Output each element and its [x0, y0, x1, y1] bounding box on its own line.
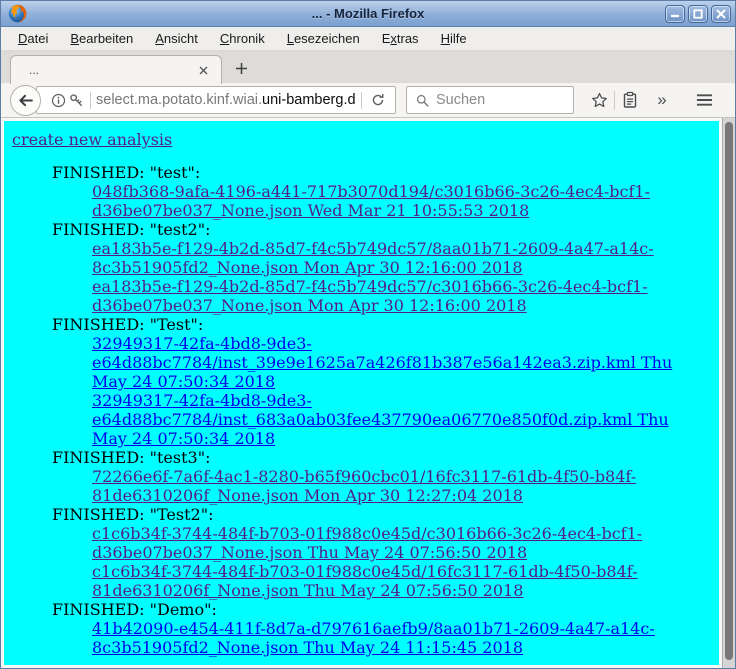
result-file-link[interactable]: 41b42090-e454-411f-8d7a-d797616aefb9/8aa… [92, 619, 704, 657]
scrollbar[interactable] [722, 118, 735, 668]
tab-label: ... [29, 63, 195, 77]
search-icon [416, 94, 429, 107]
content-area: create new analysis FINISHED: "test":048… [1, 118, 735, 668]
app-menu-button[interactable] [691, 87, 717, 113]
browser-window: ... - Mozilla Firefox DateiBearbeitenAns… [0, 0, 736, 669]
reload-button[interactable] [367, 93, 389, 107]
url-bar[interactable]: select.ma.potato.kinf.wiai.uni-bamberg.d… [36, 86, 396, 114]
analysis-entry: FINISHED: "test":048fb368-9afa-4196-a441… [12, 163, 711, 220]
menu-item-hilfe[interactable]: Hilfe [430, 28, 478, 49]
maximize-icon [693, 9, 703, 19]
search-placeholder: Suchen [436, 92, 485, 108]
reload-icon [371, 93, 385, 107]
bookmarks-menu-button[interactable] [617, 87, 643, 113]
analysis-entry: FINISHED: "Test":32949317-42fa-4bd8-9de3… [12, 315, 711, 448]
analysis-entry: FINISHED: "test3":72266e6f-7a6f-4ac1-828… [12, 448, 711, 505]
analysis-entry: FINISHED: "test2":ea183b5e-f129-4b2d-85d… [12, 220, 711, 315]
star-icon [590, 91, 609, 110]
overflow-button[interactable]: » [649, 87, 675, 113]
analysis-status: FINISHED: "Test": [52, 315, 711, 334]
tabbar: ... [1, 51, 735, 83]
result-file-link[interactable]: 32949317-42fa-4bd8-9de3-e64d88bc7784/ins… [92, 334, 704, 391]
tab-close-button[interactable] [195, 62, 211, 78]
analysis-status: FINISHED: "test3": [52, 448, 711, 467]
result-file-link[interactable]: 72266e6f-7a6f-4ac1-8280-b65f960cbc01/16f… [92, 467, 704, 505]
analysis-status: FINISHED: "test": [52, 163, 711, 182]
bookmark-star-button[interactable] [586, 87, 612, 113]
double-chevron-icon: » [657, 90, 666, 110]
result-file-link[interactable]: ea183b5e-f129-4b2d-85d7-f4c5b749dc57/8aa… [92, 239, 704, 277]
tab-close-icon [199, 66, 208, 75]
hamburger-icon [696, 93, 713, 107]
result-file-link[interactable]: ea183b5e-f129-4b2d-85d7-f4c5b749dc57/c30… [92, 277, 704, 315]
result-file-link[interactable]: c1c6b34f-3744-484f-b703-01f988c0e45d/16f… [92, 562, 704, 600]
back-arrow-icon [17, 92, 34, 109]
minimize-button[interactable] [665, 5, 685, 23]
plus-icon [235, 62, 248, 75]
toolbar-separator [614, 91, 615, 110]
result-file-link[interactable]: 32949317-42fa-4bd8-9de3-e64d88bc7784/ins… [92, 391, 704, 448]
close-icon [716, 9, 726, 19]
titlebar: ... - Mozilla Firefox [1, 1, 735, 27]
clipboard-icon [622, 91, 638, 109]
maximize-button[interactable] [688, 5, 708, 23]
url-domain: uni-bamberg.de [262, 92, 356, 108]
page-body: create new analysis FINISHED: "test":048… [4, 121, 719, 665]
menu-item-datei[interactable]: Datei [7, 28, 59, 49]
url-text[interactable]: select.ma.potato.kinf.wiai.uni-bamberg.d… [96, 92, 356, 108]
window-title: ... - Mozilla Firefox [1, 6, 735, 21]
window-controls [665, 5, 731, 23]
back-button[interactable] [10, 85, 41, 116]
browser-tab[interactable]: ... [10, 55, 222, 84]
search-input[interactable]: Suchen [406, 86, 574, 114]
analysis-status: FINISHED: "test2": [52, 220, 711, 239]
menu-item-chronik[interactable]: Chronik [209, 28, 276, 49]
analysis-status: FINISHED: "Test2": [52, 505, 711, 524]
url-prefix: select.ma.potato.kinf.wiai. [96, 92, 262, 108]
menu-item-bearbeiten[interactable]: Bearbeiten [59, 28, 144, 49]
minimize-icon [670, 9, 680, 18]
menu-item-extras[interactable]: Extras [371, 28, 430, 49]
scrollbar-thumb[interactable] [725, 122, 733, 660]
info-icon[interactable] [49, 93, 67, 108]
menu-item-lesezeichen[interactable]: Lesezeichen [276, 28, 371, 49]
result-file-link[interactable]: 048fb368-9afa-4196-a441-717b3070d194/c30… [92, 182, 704, 220]
analysis-entry: FINISHED: "Demo":41b42090-e454-411f-8d7a… [12, 600, 711, 657]
new-tab-button[interactable] [226, 55, 256, 81]
menubar: DateiBearbeitenAnsichtChronikLesezeichen… [1, 27, 735, 51]
url-separator [90, 92, 91, 109]
analysis-entry: FINISHED: "Test2":c1c6b34f-3744-484f-b70… [12, 505, 711, 600]
create-analysis-link[interactable]: create new analysis [12, 130, 172, 149]
result-file-link[interactable]: c1c6b34f-3744-484f-b703-01f988c0e45d/c30… [92, 524, 704, 562]
menu-item-ansicht[interactable]: Ansicht [144, 28, 209, 49]
analysis-status: FINISHED: "Demo": [52, 600, 711, 619]
navbar: select.ma.potato.kinf.wiai.uni-bamberg.d… [1, 83, 735, 118]
reload-separator [361, 92, 362, 109]
close-button[interactable] [711, 5, 731, 23]
key-icon[interactable] [67, 93, 85, 108]
analysis-list: FINISHED: "test":048fb368-9afa-4196-a441… [12, 163, 711, 657]
